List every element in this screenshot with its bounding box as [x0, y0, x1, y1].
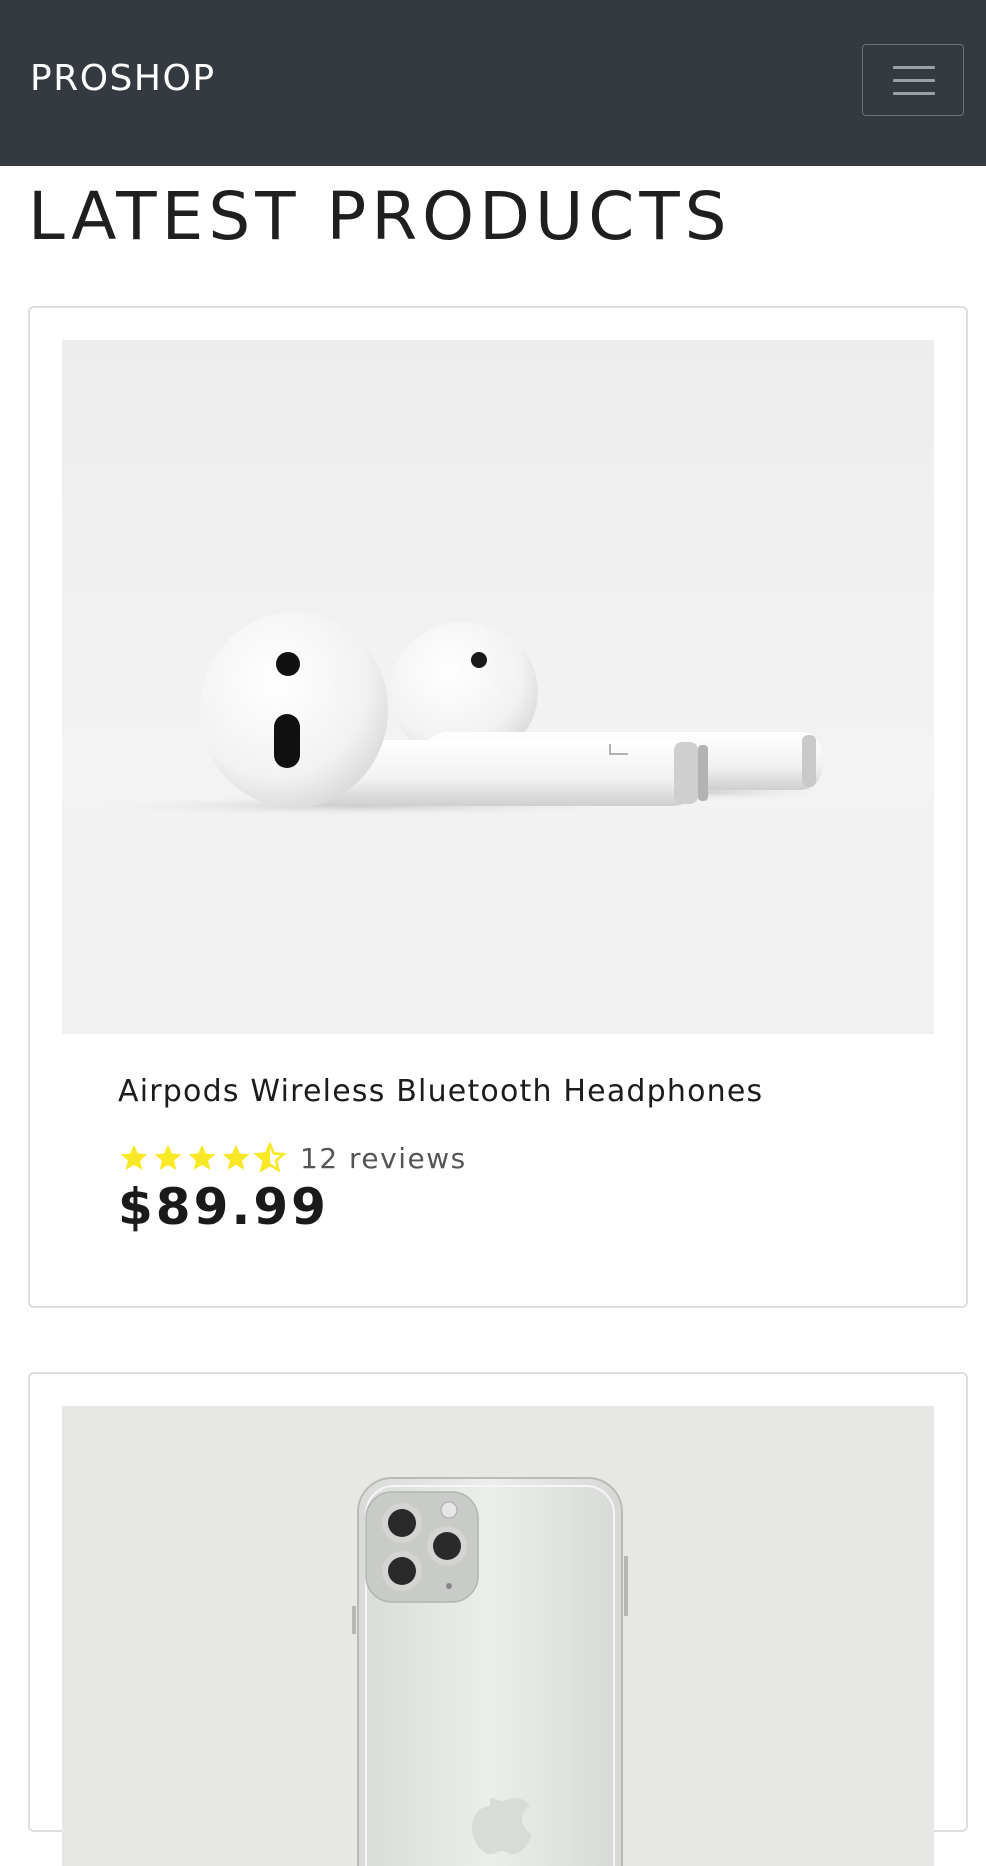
airpods-image[interactable]: [62, 340, 934, 1034]
star-full-icon: [120, 1144, 148, 1170]
iphone-image[interactable]: [62, 1406, 934, 1866]
star-full-icon: [154, 1144, 182, 1170]
product-card: Airpods Wireless Bluetooth Headphones 12…: [28, 306, 968, 1308]
product-card: [28, 1372, 968, 1866]
navbar-toggler-button[interactable]: [862, 44, 964, 116]
hamburger-menu-icon: [893, 66, 935, 69]
star-full-icon: [222, 1144, 250, 1170]
rating-stars: [118, 1142, 286, 1174]
product-price: $89.99: [118, 1178, 329, 1236]
product-rating: 12 reviews: [118, 1138, 467, 1178]
brand-link[interactable]: PROSHOP: [30, 58, 216, 99]
star-full-icon: [188, 1144, 216, 1170]
navbar: PROSHOP: [0, 0, 986, 166]
star-half-icon: [254, 1142, 286, 1173]
product-name[interactable]: Airpods Wireless Bluetooth Headphones: [118, 1074, 763, 1109]
page-title: LATEST PRODUCTS: [28, 178, 732, 255]
review-count: 12 reviews: [300, 1141, 467, 1175]
